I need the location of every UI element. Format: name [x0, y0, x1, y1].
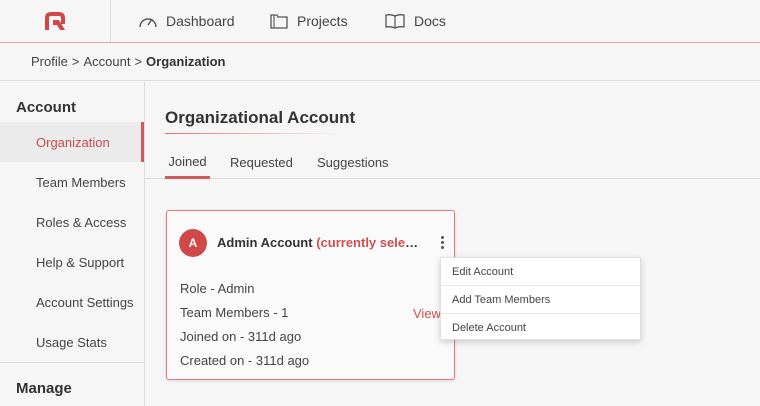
- app-logo[interactable]: [0, 0, 111, 42]
- tab-bar: Joined Requested Suggestions: [145, 146, 760, 179]
- account-name: Admin Account (currently selected): [217, 235, 422, 250]
- avatar: A: [179, 229, 207, 257]
- sidebar-item-usage-stats[interactable]: Usage Stats: [0, 322, 144, 362]
- breadcrumb: Profile > Account > Organization: [0, 43, 760, 81]
- joined-text: Joined on - 311d ago: [180, 329, 302, 344]
- book-icon: [385, 14, 405, 29]
- breadcrumb-current: Organization: [146, 54, 226, 69]
- page-title: Organizational Account: [165, 108, 356, 127]
- sidebar: Account Organization Team Members Roles …: [0, 82, 145, 406]
- sidebar-heading-manage: Manage: [16, 380, 72, 397]
- team-members-text: Team Members - 1: [180, 305, 289, 320]
- sidebar-heading-account: Account: [16, 99, 76, 116]
- menu-item-edit-account[interactable]: Edit Account: [441, 258, 640, 286]
- sidebar-item-organization[interactable]: Organization: [0, 122, 144, 162]
- menu-item-delete-account[interactable]: Delete Account: [441, 313, 640, 341]
- breadcrumb-separator: >: [71, 54, 80, 69]
- account-name-text: Admin Account: [217, 235, 313, 250]
- nav-projects-label: Projects: [297, 13, 348, 29]
- sidebar-item-help-support[interactable]: Help & Support: [0, 242, 144, 282]
- title-underline: [165, 133, 340, 134]
- nav-docs[interactable]: Docs: [384, 0, 446, 42]
- breadcrumb-separator: >: [134, 54, 143, 69]
- breadcrumb-profile[interactable]: Profile: [31, 54, 68, 69]
- gauge-icon: [139, 18, 157, 28]
- nav-projects[interactable]: Projects: [269, 0, 348, 42]
- menu-item-add-team-members[interactable]: Add Team Members: [441, 285, 640, 313]
- sidebar-item-account-settings[interactable]: Account Settings: [0, 282, 144, 322]
- selected-tag: (currently selected): [316, 235, 422, 250]
- role-text: Role - Admin: [180, 281, 255, 296]
- breadcrumb-account[interactable]: Account: [83, 54, 130, 69]
- top-navbar: Dashboard Projects Docs: [0, 0, 760, 43]
- created-text: Created on - 311d ago: [180, 353, 310, 368]
- view-link[interactable]: View: [413, 306, 441, 321]
- sidebar-divider: [0, 362, 144, 363]
- tab-requested[interactable]: Requested: [230, 146, 293, 178]
- sidebar-item-team-members[interactable]: Team Members: [0, 162, 144, 202]
- account-options-menu: Edit Account Add Team Members Delete Acc…: [440, 257, 641, 340]
- nav-dashboard-label: Dashboard: [166, 13, 235, 29]
- account-card[interactable]: A Admin Account (currently selected) Rol…: [166, 210, 455, 380]
- folder-icon: [270, 14, 288, 29]
- more-options-icon[interactable]: [437, 232, 447, 252]
- sidebar-item-roles-access[interactable]: Roles & Access: [0, 202, 144, 242]
- nav-docs-label: Docs: [414, 13, 446, 29]
- nav-dashboard[interactable]: Dashboard: [138, 0, 235, 42]
- tab-joined[interactable]: Joined: [165, 146, 210, 179]
- tab-suggestions[interactable]: Suggestions: [317, 146, 389, 178]
- logo-icon: [45, 12, 65, 30]
